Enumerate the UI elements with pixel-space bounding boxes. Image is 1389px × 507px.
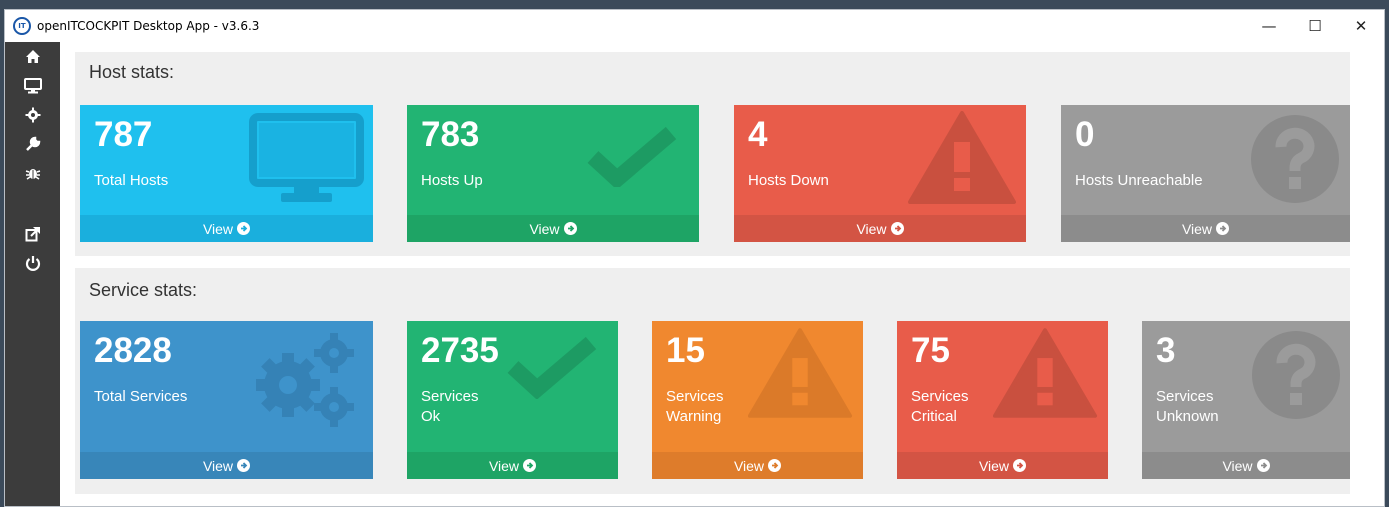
check-icon	[507, 337, 597, 399]
total-hosts-label: Total Hosts	[94, 172, 169, 189]
circle-arrow-right-icon	[768, 459, 782, 472]
total-services-view-link[interactable]: View	[80, 452, 373, 479]
services-ok-label: Services	[421, 388, 479, 405]
services-unknown-label: Services	[1156, 388, 1214, 405]
total-hosts-count: 787	[94, 115, 153, 154]
hosts-down-label: Hosts Down	[748, 172, 829, 189]
warning-icon	[747, 328, 853, 418]
external-link-icon	[25, 226, 40, 241]
services-critical-label2: Critical	[911, 408, 957, 425]
view-label: View	[1222, 457, 1253, 474]
view-label: View	[978, 457, 1010, 474]
hosts-unreachable-view-link[interactable]: View	[1061, 215, 1350, 242]
circle-arrow-right-icon	[1013, 459, 1027, 472]
sidebar-item-external[interactable]	[5, 219, 60, 248]
hosts-up-label: Hosts Up	[421, 172, 483, 189]
hosts-up-box: 783 Hosts Up View	[407, 105, 699, 242]
hosts-unreachable-count: 0	[1075, 115, 1095, 154]
service-stats-panel: Service stats: 2828 Total Services View …	[75, 268, 1350, 494]
hosts-unreachable-box: 0 Hosts Unreachable View	[1061, 105, 1350, 242]
home-icon	[25, 49, 40, 63]
warning-icon	[992, 328, 1098, 418]
circle-arrow-right-icon	[237, 459, 251, 472]
monitor-icon	[249, 113, 364, 202]
services-warning-view-link[interactable]: View	[652, 452, 863, 479]
circle-arrow-right-icon	[1216, 222, 1230, 235]
services-warning-label: Services	[666, 388, 724, 405]
title-bar[interactable]: IT openITCOCKPIT Desktop App - v3.6.3 — …	[5, 10, 1384, 42]
view-label: View	[529, 220, 560, 237]
view-label: View	[202, 457, 234, 474]
warning-icon	[908, 111, 1016, 204]
total-hosts-box: 787 Total Hosts View	[80, 105, 373, 242]
total-services-label: Total Services	[94, 388, 188, 405]
view-label: View	[733, 457, 765, 474]
circle-arrow-right-icon	[1256, 459, 1270, 472]
services-critical-box: 75 Services Critical View	[897, 321, 1108, 479]
sidebar-item-hosts[interactable]	[5, 71, 60, 100]
services-unknown-box: 3 Services Unknown View	[1142, 321, 1350, 479]
circle-arrow-right-icon	[523, 459, 537, 472]
services-unknown-label2: Unknown	[1156, 408, 1219, 425]
bug-icon	[25, 168, 40, 180]
desktop-icon	[23, 77, 42, 93]
view-label: View	[856, 220, 887, 237]
maximize-button[interactable]: ☐	[1292, 10, 1338, 42]
service-stats-title: Service stats:	[89, 280, 198, 300]
circle-arrow-right-icon	[237, 222, 251, 235]
sidebar-item-debug[interactable]	[5, 158, 60, 187]
services-critical-count: 75	[911, 331, 950, 370]
total-hosts-view-link[interactable]: View	[80, 215, 373, 242]
total-services-box: 2828 Total Services View	[80, 321, 373, 479]
power-icon	[25, 255, 40, 271]
hosts-down-box: 4 Hosts Down View	[734, 105, 1026, 242]
minimize-button[interactable]: —	[1246, 10, 1292, 42]
question-icon	[1252, 331, 1340, 419]
gear-icon	[25, 107, 40, 122]
services-warning-box: 15 Services Warning View	[652, 321, 863, 479]
sidebar	[5, 42, 60, 506]
gears-icon	[256, 333, 354, 427]
hosts-down-count: 4	[748, 115, 768, 154]
circle-arrow-right-icon	[563, 222, 577, 235]
close-button[interactable]: ✕	[1338, 10, 1384, 42]
services-ok-box: 2735 Services Ok View	[407, 321, 618, 479]
services-ok-count: 2735	[421, 331, 499, 370]
app-logo-icon: IT	[13, 17, 31, 35]
sidebar-item-settings[interactable]	[5, 100, 60, 129]
sidebar-item-tools[interactable]	[5, 129, 60, 158]
hosts-up-view-link[interactable]: View	[407, 215, 699, 242]
services-unknown-view-link[interactable]: View	[1142, 452, 1350, 479]
services-ok-label2: Ok	[421, 408, 441, 425]
services-critical-view-link[interactable]: View	[897, 452, 1108, 479]
services-warning-count: 15	[666, 331, 705, 370]
sidebar-item-home[interactable]	[5, 42, 60, 71]
hosts-up-count: 783	[421, 115, 480, 154]
question-icon	[1251, 115, 1339, 203]
wrench-icon	[25, 136, 40, 151]
host-stats-title: Host stats:	[89, 62, 175, 82]
window-title: openITCOCKPIT Desktop App - v3.6.3	[37, 19, 260, 33]
main-content: Host stats: 787 Total Hosts View 783 Hos…	[60, 42, 1384, 506]
total-services-count: 2828	[94, 331, 172, 370]
check-icon	[587, 127, 677, 187]
circle-arrow-right-icon	[890, 222, 904, 235]
services-unknown-count: 3	[1156, 331, 1176, 370]
view-label: View	[488, 457, 520, 474]
hosts-unreachable-label: Hosts Unreachable	[1075, 172, 1203, 189]
services-warning-label2: Warning	[666, 408, 722, 425]
view-label: View	[1181, 220, 1213, 237]
hosts-down-view-link[interactable]: View	[734, 215, 1026, 242]
view-label: View	[202, 220, 234, 237]
host-stats-panel: Host stats: 787 Total Hosts View 783 Hos…	[75, 52, 1350, 256]
services-critical-label: Services	[911, 388, 969, 405]
sidebar-item-power[interactable]	[5, 248, 60, 277]
app-window: IT openITCOCKPIT Desktop App - v3.6.3 — …	[4, 9, 1385, 507]
services-ok-view-link[interactable]: View	[407, 452, 618, 479]
